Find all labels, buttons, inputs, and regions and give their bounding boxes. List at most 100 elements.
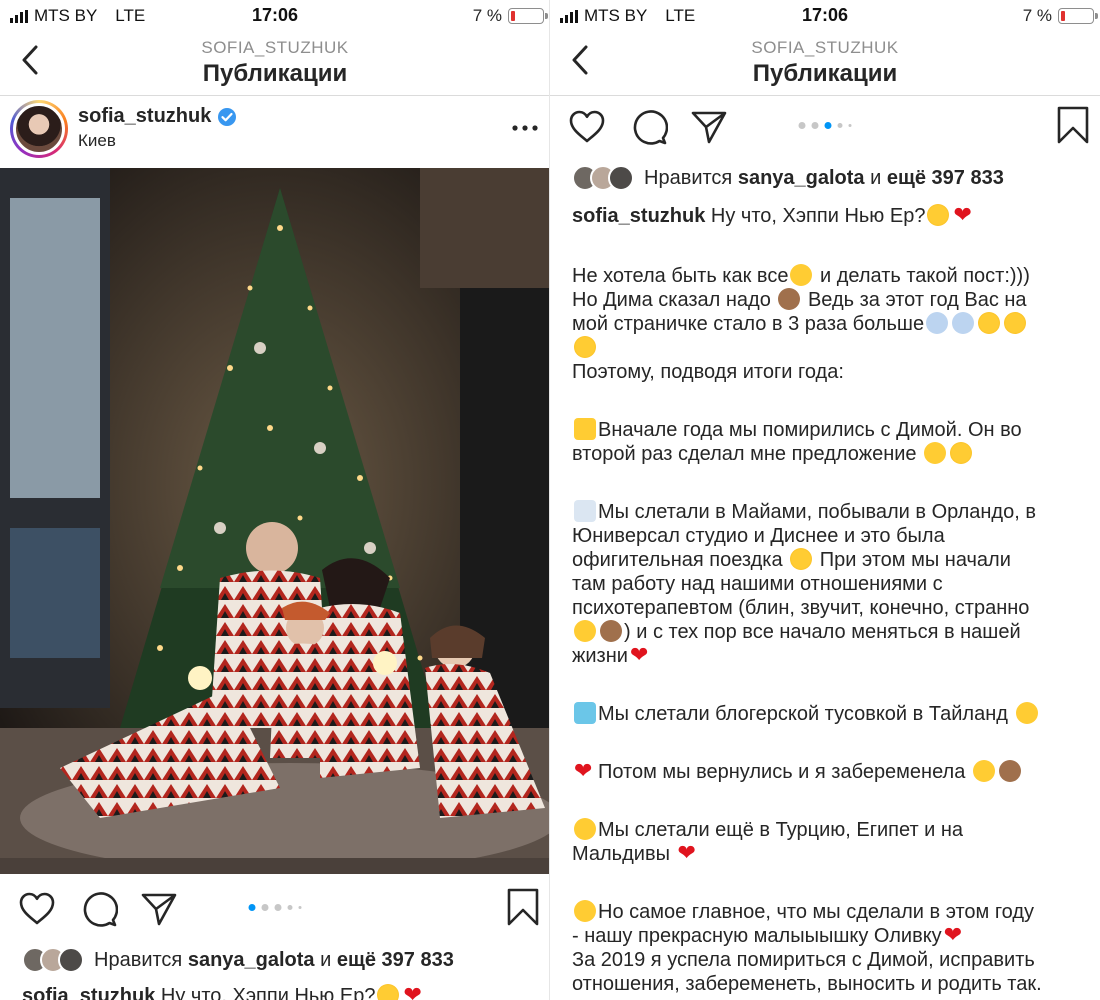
caption-text: там работу над нашими отношениями с [572,573,943,595]
carousel-indicator [248,904,302,911]
caption-text: Мы слетали ещё в Турцию, Египет и на [598,819,964,841]
caption-username[interactable]: sofia_stuzhuk [22,985,155,1000]
see-no-evil-monkey-emoji-icon [778,288,801,310]
post-photo[interactable] [0,168,550,874]
scream-emoji-icon [952,312,975,334]
nav-header: SOFIA_STUZHUK Публикации [550,30,1100,96]
caption-text: Мы слетали в Майами, побывали в Орландо,… [598,501,1036,523]
red-heart-emoji-icon [944,924,966,946]
nav-header: SOFIA_STUZHUK Публикации [0,30,550,96]
likes-row[interactable]: Нравится sanya_galota и ещё 397 833 [0,940,550,980]
carousel-indicator [798,122,852,129]
caption-full: sofia_stuzhuk Ну что, Хэппи Нью Ер? Не х… [550,204,1100,996]
likes-prefix: Нравится [94,948,183,971]
red-heart-emoji-icon [953,204,975,226]
battery-icon [1058,8,1098,24]
kiss-emoji-icon [574,418,596,440]
caption-text: ) и с тех пор все начало меняться в наше… [624,621,1021,643]
hugging-emoji-icon [574,818,596,840]
caption-text: Вначале года мы помирились с Димой. Он в… [598,419,1022,441]
caption-preview: sofia_stuzhuk Ну что, Хэппи Нью Ер? [0,984,550,1000]
carousel-dot [298,906,302,909]
heart-eyes-emoji-icon [927,204,950,226]
caption-text: Ведь за этот год Вас на [802,289,1027,311]
likes-count[interactable]: ещё 397 833 [337,949,454,972]
nav-username: SOFIA_STUZHUK [201,38,349,57]
tongue-emoji-icon [790,264,813,286]
heart-outline-icon[interactable] [18,890,56,928]
avatar[interactable] [10,100,68,158]
battery-percent: 7 % [472,6,502,25]
caption-text: мой страничке стало в 3 раза больше [572,313,925,335]
caption-first-line: Ну что, Хэппи Нью Ер? [710,205,926,227]
caption-text: При этом мы начали [814,549,1011,571]
action-bar [0,878,550,938]
heart-outline-icon[interactable] [568,108,606,146]
caption-text: отношения, забеременеть, выносить и роди… [572,973,1042,995]
heart-eyes-emoji-icon [790,548,813,570]
avatar [608,165,634,191]
see-no-evil-monkey-emoji-icon [998,760,1021,782]
likes-row[interactable]: Нравится sanya_galota и ещё 397 833 [550,158,1100,198]
post-header: sofia_stuzhuk Киев [0,96,550,168]
avatar [58,947,84,973]
left-screen: MTS BY LTE 17:06 7 % SOFIA_STUZHUK Публи… [0,0,550,1000]
heart-eyes-emoji-icon [1004,312,1027,334]
scream-emoji-icon [926,312,949,334]
hugging-emoji-icon [1015,702,1038,724]
paper-plane-icon[interactable] [140,890,178,928]
red-heart-emoji-icon [574,760,596,782]
likes-prefix: Нравится [644,166,733,189]
heart-eyes-emoji-icon [950,442,973,464]
caption-text: психотерапевтом (блин, звучит, конечно, … [572,597,1030,619]
status-bar: MTS BY LTE 17:06 7 % [0,0,550,30]
caption-text: и делать такой пост:))) [814,265,1030,287]
caption-text: Поэтому, подводя итоги года: [572,361,844,383]
likes-user[interactable]: sanya_galota [738,167,865,190]
likes-user[interactable]: sanya_galota [188,949,315,972]
hugging-emoji-icon [924,442,947,464]
carousel-dot [837,123,843,128]
caption-text: За 2019 я успела помириться с Димой, исп… [572,949,1035,971]
clock: 17:06 [251,5,299,25]
comment-icon[interactable] [80,890,118,928]
caption-text: Потом мы вернулись и я забеременела [598,761,971,783]
caption-text: Юниверсал студио и Диснее и это была [572,525,945,547]
liker-avatars [22,947,84,973]
caption-text: жизни [572,645,628,667]
bookmark-icon[interactable] [1056,106,1090,144]
username-text[interactable]: sofia_stuzhuk [78,105,211,128]
nav-username: SOFIA_STUZHUK [751,38,899,57]
caption-text: второй раз сделал мне предложение [572,443,923,465]
airplane-emoji-icon [574,500,596,522]
caption-first-line: Ну что, Хэппи Нью Ер? [160,985,376,1000]
carousel-dot [261,904,269,911]
post-username[interactable]: sofia_stuzhuk [78,105,237,128]
caption-username[interactable]: sofia_stuzhuk [572,205,705,227]
paper-plane-icon[interactable] [690,108,728,146]
page-title: Публикации [752,60,898,87]
comment-icon[interactable] [630,108,668,146]
carousel-dot [287,905,293,910]
bookmark-icon[interactable] [506,888,540,926]
carousel-dot [248,904,256,911]
family-christmas-photo [0,168,550,874]
joy-emoji-icon [574,620,596,642]
more-horizontal-icon[interactable] [510,118,540,138]
carousel-dot [848,124,852,127]
carousel-dot [824,122,832,129]
post-location[interactable]: Киев [78,131,116,151]
joy-emoji-icon [972,760,995,782]
caption-text: Мы слетали блогерской тусовкой в Тайланд [598,703,1014,725]
carousel-dot [811,122,819,129]
likes-count[interactable]: ещё 397 833 [887,167,1004,190]
heart-eyes-emoji-icon [574,336,596,358]
see-no-evil-monkey-emoji-icon [600,620,622,642]
battery-icon [508,8,548,24]
carousel-dot [274,904,282,911]
caption-text: Мальдивы [572,843,676,865]
heart-eyes-emoji-icon [377,984,400,1000]
battery-percent: 7 % [1022,6,1052,25]
caption-text: Но самое главное, что мы сделали в этом … [598,901,1035,923]
red-heart-emoji-icon [678,842,700,864]
